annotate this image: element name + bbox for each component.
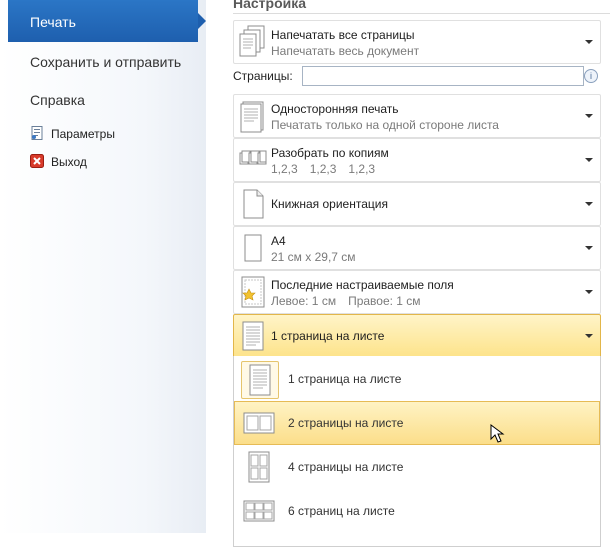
sides-dropdown[interactable]: Односторонняя печать Печатать только на …	[233, 94, 601, 138]
margins-subtitle: Левое: 1 см Правое: 1 см	[271, 294, 421, 308]
menu-item-6-pages-label: 6 страниц на листе	[288, 504, 395, 518]
margins-dropdown[interactable]: Последние настраиваемые поля Левое: 1 см…	[233, 270, 601, 314]
collate-seq-3: 1,2,3	[348, 162, 376, 176]
collate-subtitle: 1,2,3 1,2,3 1,2,3	[271, 162, 375, 176]
nav-item-exit-label: Выход	[51, 155, 87, 169]
margin-left-value: Левое: 1 см	[271, 294, 337, 308]
portrait-orientation-icon	[243, 189, 264, 219]
pages-label: Страницы:	[233, 69, 293, 83]
chevron-down-icon	[585, 334, 593, 338]
paper-size-dropdown[interactable]: А4 21 см x 29,7 см	[233, 226, 601, 270]
orientation-title: Книжная ориентация	[271, 197, 388, 211]
collate-seq-1: 1,2,3	[271, 162, 298, 176]
single-sided-icon	[240, 101, 264, 133]
custom-margins-icon	[241, 276, 265, 308]
all-pages-icon	[239, 25, 265, 57]
one-page-layout-icon	[241, 361, 279, 399]
chevron-down-icon	[585, 246, 593, 250]
six-pages-layout-icon	[243, 500, 275, 522]
settings-heading: Настройка	[233, 0, 307, 11]
margin-right-value: Правое: 1 см	[348, 294, 421, 308]
menu-item-6-pages[interactable]: 6 страниц на листе	[235, 490, 599, 532]
exit-icon	[30, 154, 44, 168]
nav-item-help[interactable]: Справка	[30, 92, 85, 108]
chevron-down-icon	[585, 158, 593, 162]
paper-size-subtitle: 21 см x 29,7 см	[271, 250, 356, 264]
menu-item-4-pages-label: 4 страницы на листе	[288, 460, 404, 474]
nav-item-print[interactable]: Печать	[8, 0, 206, 42]
nav-item-save-send[interactable]: Сохранить и отправить	[30, 54, 181, 70]
backstage-nav: Печать Сохранить и отправить Справка Пар…	[0, 0, 207, 533]
chevron-down-icon	[585, 40, 593, 44]
collate-icon	[239, 150, 267, 165]
chevron-down-icon	[585, 202, 593, 206]
pages-per-sheet-title: 1 страница на листе	[271, 329, 385, 343]
chevron-down-icon	[585, 114, 593, 118]
heading-divider	[233, 13, 610, 14]
menu-item-2-pages-label: 2 страницы на листе	[288, 416, 404, 430]
paper-size-title: А4	[271, 234, 286, 248]
document-options-icon	[31, 126, 43, 140]
two-pages-layout-icon	[243, 412, 275, 434]
collate-dropdown[interactable]: Разобрать по копиям 1,2,3 1,2,3 1,2,3	[233, 138, 601, 182]
paper-size-icon	[244, 234, 262, 262]
menu-item-2-pages[interactable]: 2 страницы на листе	[234, 401, 600, 445]
nav-item-print-label: Печать	[30, 14, 76, 30]
nav-item-options-label: Параметры	[51, 127, 115, 141]
collate-title: Разобрать по копиям	[271, 146, 389, 160]
mouse-cursor-icon	[490, 424, 505, 443]
orientation-dropdown[interactable]: Книжная ориентация	[233, 182, 601, 226]
print-range-subtitle: Напечатать весь документ	[271, 44, 420, 58]
sides-subtitle: Печатать только на одной стороне листа	[271, 118, 499, 132]
chevron-down-icon	[585, 290, 593, 294]
menu-item-1-page-label: 1 страница на листе	[288, 372, 402, 386]
four-pages-layout-icon	[248, 451, 270, 483]
one-page-per-sheet-icon	[242, 321, 264, 351]
menu-item-1-page[interactable]: 1 страница на листе	[235, 358, 599, 400]
sides-title: Односторонняя печать	[271, 102, 399, 116]
menu-item-4-pages[interactable]: 4 страницы на листе	[235, 446, 599, 488]
margins-title: Последние настраиваемые поля	[271, 278, 454, 292]
pages-input[interactable]	[302, 66, 584, 86]
print-range-dropdown[interactable]: Напечатать все страницы Напечатать весь …	[233, 20, 601, 64]
pages-per-sheet-dropdown[interactable]: 1 страница на листе	[233, 314, 601, 358]
pages-row: Страницы: i	[233, 66, 603, 88]
info-icon[interactable]: i	[584, 69, 598, 83]
print-settings-panel: Настройка Напечатать все страницы Напеча…	[206, 0, 610, 547]
pages-per-sheet-menu: 1 страница на листе 2 страницы на листе …	[233, 356, 601, 547]
active-indicator-arrow	[198, 13, 206, 29]
print-range-title: Напечатать все страницы	[271, 28, 415, 42]
collate-seq-2: 1,2,3	[309, 162, 337, 176]
